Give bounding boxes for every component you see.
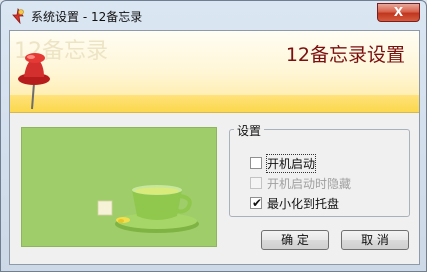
cancel-button[interactable]: 取 消 — [341, 230, 409, 250]
autostart-label: 开机启动 — [265, 154, 317, 173]
settings-window: 系统设置 - 12备忘录 X 12备忘录 12备忘录设置 设置 开机启动 开机启… — [0, 0, 427, 272]
settings-group-label: 设置 — [234, 122, 265, 139]
client-area: 12备忘录 12备忘录设置 设置 开机启动 开机启动时隐藏 ✔ 最小化到托盘 确… — [9, 30, 420, 265]
checkmark-icon: ✔ — [252, 196, 263, 210]
autostart-checkbox-box[interactable] — [250, 157, 262, 169]
hide-on-start-checkbox-box[interactable] — [250, 177, 262, 189]
app-icon — [12, 8, 24, 24]
window-title: 系统设置 - 12备忘录 — [31, 10, 143, 24]
ok-button[interactable]: 确 定 — [261, 230, 329, 250]
pushpin-icon — [18, 53, 50, 110]
banner-stripe — [10, 95, 419, 113]
hide-on-start-label: 开机启动时隐藏 — [267, 177, 352, 191]
header-banner: 12备忘录 12备忘录设置 — [10, 31, 419, 113]
banner-heading: 12备忘录设置 — [285, 44, 405, 66]
teacup-image — [21, 127, 217, 247]
title-bar[interactable]: 系统设置 - 12备忘录 X — [2, 2, 425, 29]
minimize-to-tray-label: 最小化到托盘 — [267, 197, 340, 211]
close-button[interactable]: X — [377, 3, 420, 22]
minimize-to-tray-checkbox-box[interactable]: ✔ — [250, 196, 263, 210]
